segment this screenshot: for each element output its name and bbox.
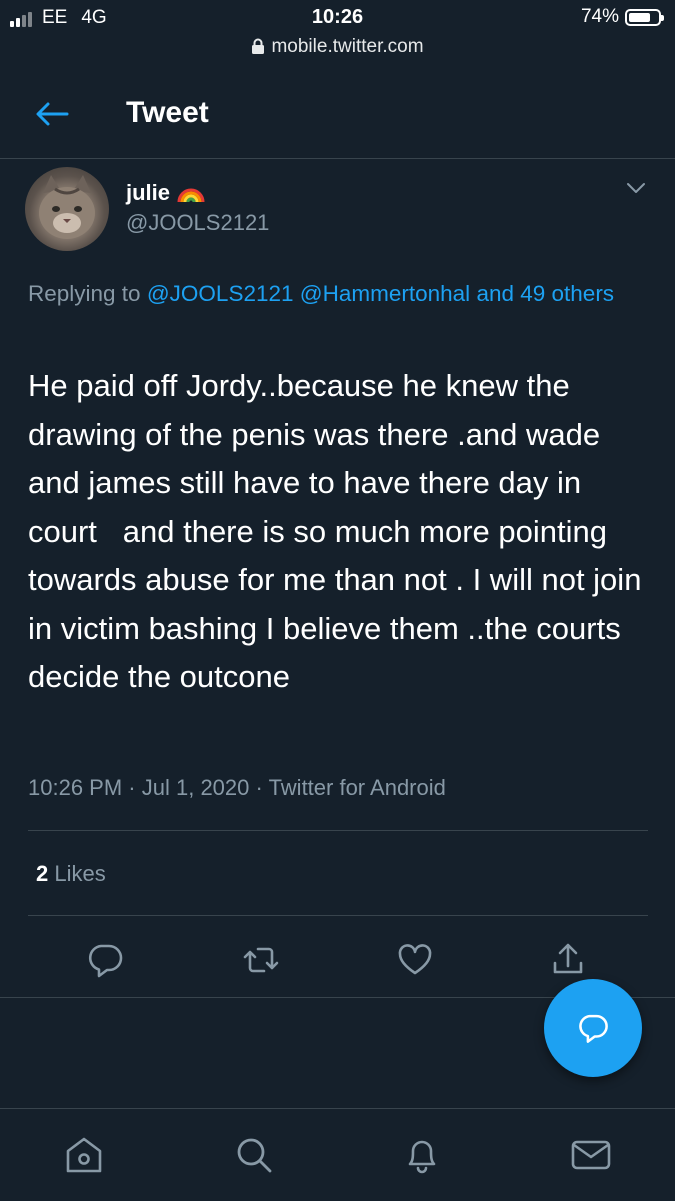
author-handle[interactable]: @JOOLS2121 (126, 210, 269, 236)
messages-icon[interactable] (569, 1133, 613, 1177)
chevron-down-icon[interactable] (624, 178, 648, 198)
share-icon[interactable] (548, 940, 588, 980)
tweet-actions (0, 940, 675, 980)
page-title: Tweet (126, 96, 209, 129)
battery-percent: 74% (580, 6, 619, 27)
home-icon[interactable] (62, 1133, 106, 1177)
search-icon[interactable] (232, 1133, 276, 1177)
author-name-text: julie (126, 180, 171, 205)
compose-reply-icon (579, 1014, 608, 1043)
tweet-date[interactable]: Jul 1, 2020 (142, 775, 250, 800)
tweet-source[interactable]: Twitter for Android (269, 775, 446, 800)
likes-number: 2 (36, 861, 49, 886)
cat-photo (39, 175, 95, 239)
url-text: mobile.twitter.com (271, 36, 424, 57)
like-icon[interactable] (395, 940, 435, 980)
avatar[interactable] (25, 167, 109, 251)
meta-separator: · (128, 775, 136, 800)
mention-link[interactable]: @JOOLS2121 (147, 281, 294, 306)
page-header: Tweet (0, 72, 675, 159)
replying-to: Replying to @JOOLS2121 @Hammertonhal and… (28, 277, 648, 310)
url-bar[interactable]: mobile.twitter.com (0, 36, 675, 58)
rainbow-icon (177, 188, 205, 203)
replying-others-link[interactable]: and 49 others (476, 281, 614, 306)
divider (28, 915, 648, 916)
status-bar: EE 4G 10:26 74% mobile.twitter.com (0, 0, 675, 72)
divider (28, 830, 648, 831)
meta-separator: · (255, 775, 263, 800)
replying-prefix: Replying to (28, 281, 141, 306)
notifications-icon[interactable] (400, 1133, 444, 1177)
lock-icon (252, 39, 265, 55)
tweet-text: He paid off Jordy..because he knew the d… (28, 368, 651, 694)
battery-icon (625, 8, 664, 26)
likes-count[interactable]: 2 Likes (36, 861, 106, 887)
author-name[interactable]: julie (126, 180, 206, 206)
tweet-meta: 10:26 PM · Jul 1, 2020 · Twitter for And… (28, 775, 446, 801)
arrow-left-icon[interactable] (34, 99, 70, 129)
tweet-time[interactable]: 10:26 PM (28, 775, 122, 800)
retweet-icon[interactable] (241, 940, 281, 980)
likes-label: Likes (54, 861, 106, 886)
mention-link[interactable]: @Hammertonhal (300, 281, 470, 306)
status-time: 10:26 (311, 6, 364, 28)
battery-info: 74% (580, 6, 664, 28)
reply-icon[interactable] (85, 940, 125, 980)
bottom-nav (0, 1108, 675, 1201)
compose-reply-button[interactable] (544, 979, 642, 1077)
